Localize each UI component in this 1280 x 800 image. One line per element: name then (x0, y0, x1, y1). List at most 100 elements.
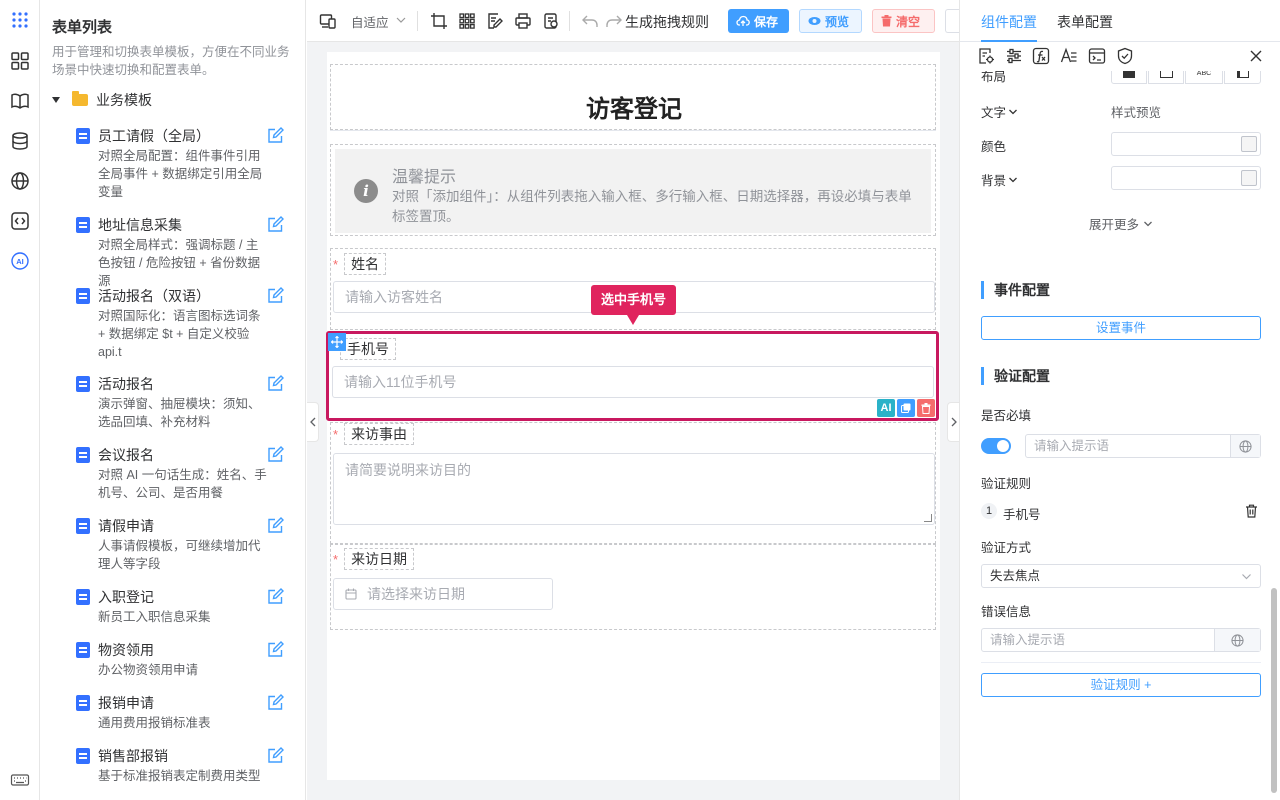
shield-check-icon[interactable] (1116, 47, 1134, 65)
visit-date-picker[interactable]: 请选择来访日期 (333, 578, 553, 610)
text-style-icon[interactable] (1060, 47, 1078, 65)
field-visit-reason[interactable]: * 来访事由 请简要说明来访目的 (330, 422, 936, 544)
clear-button[interactable]: 清空 (872, 9, 935, 33)
drag-handle[interactable] (328, 333, 346, 351)
folder-label: 业务模板 (96, 92, 152, 108)
document-icon (76, 217, 90, 233)
background-input[interactable] (1111, 166, 1261, 190)
validation-config-heading: 验证配置 (981, 367, 1050, 385)
template-name: 销售部报销 (98, 748, 168, 764)
redo-icon[interactable] (605, 12, 623, 30)
edit-icon[interactable] (266, 694, 284, 712)
database-icon[interactable] (9, 130, 31, 152)
save-button[interactable]: 保存 (728, 9, 789, 33)
notice-alert: i 温馨提示 对照「添加组件」：从组件列表拖入输入框、多行输入框、日期选择器，再… (335, 149, 931, 233)
i18n-button[interactable] (1230, 435, 1260, 457)
divider (981, 662, 1261, 663)
panel-title: 表单列表 (52, 19, 113, 36)
folder-business-templates[interactable]: 业务模板 (52, 90, 152, 110)
tab-form-config[interactable]: 表单配置 (1057, 12, 1113, 32)
edit-icon[interactable] (266, 375, 284, 393)
validation-trigger-select[interactable]: 失去焦点 (981, 564, 1261, 588)
notice-text: 对照「添加组件」：从组件列表拖入输入框、多行输入框、日期选择器，再设必填与表单标… (392, 189, 912, 224)
set-event-button[interactable]: 设置事件 (981, 316, 1261, 340)
globe-icon[interactable] (9, 170, 31, 192)
tab-component-config[interactable]: 组件配置 (981, 12, 1037, 32)
add-validation-rule-button[interactable]: 验证规则 + (981, 673, 1261, 697)
required-switch[interactable] (981, 438, 1011, 454)
components-icon[interactable] (9, 50, 31, 72)
svg-text:AI: AI (16, 257, 24, 266)
document-icon (76, 642, 90, 658)
visit-reason-textarea[interactable]: 请简要说明来访目的 (333, 453, 935, 525)
template-name: 会议报名 (98, 447, 154, 463)
document-icon (76, 128, 90, 144)
chevron-down-icon (1242, 574, 1251, 580)
notice-block[interactable]: i 温馨提示 对照「添加组件」：从组件列表拖入输入框、多行输入框、日期选择器，再… (330, 144, 936, 236)
expand-more-button[interactable]: 展开更多 (1089, 214, 1153, 233)
code-icon[interactable] (9, 210, 31, 232)
json-icon[interactable] (542, 12, 560, 30)
background-label[interactable]: 背景 (981, 170, 1018, 189)
form-list-panel: 表单列表 用于管理和切换表单模板，方便在不同业务场景中快速切换和配置表单。 业务… (40, 0, 306, 800)
crop-icon[interactable] (430, 12, 448, 30)
grid-icon[interactable] (458, 12, 476, 30)
required-message-input[interactable]: 请输入提示语 (1025, 434, 1261, 458)
template-name: 入职登记 (98, 589, 154, 605)
template-name: 活动报名（双语） (98, 288, 210, 304)
undo-icon[interactable] (581, 12, 599, 30)
folder-icon (72, 91, 88, 106)
props-icon[interactable] (977, 47, 995, 65)
template-name: 报销申请 (98, 695, 154, 711)
close-icon[interactable] (1249, 49, 1263, 63)
i18n-button[interactable] (1214, 629, 1260, 651)
apps-grid-icon[interactable] (9, 9, 31, 31)
color-picker-swatch[interactable] (1241, 136, 1257, 152)
trash-icon (881, 15, 892, 27)
edit-icon[interactable] (266, 446, 284, 464)
event-code-icon[interactable] (1088, 47, 1106, 65)
template-description: 对照全局配置：组件事件引用全局事件 + 数据绑定引用全局变量 (98, 149, 263, 199)
color-label: 颜色 (981, 140, 1007, 154)
sliders-icon[interactable] (1005, 47, 1023, 65)
ai-assist-button[interactable]: AI (877, 399, 895, 417)
edit-icon[interactable] (266, 216, 284, 234)
delete-component-button[interactable] (917, 399, 935, 417)
field-visit-date[interactable]: * 来访日期 请选择来访日期 (330, 544, 936, 630)
edit-icon[interactable] (266, 641, 284, 659)
print-icon[interactable] (514, 12, 532, 30)
config-tabs: 组件配置 表单配置 (960, 0, 1280, 42)
text-label[interactable]: 文字 (981, 102, 1018, 121)
more-button[interactable] (945, 9, 959, 33)
edit-doc-icon[interactable] (486, 12, 504, 30)
edit-icon[interactable] (266, 747, 284, 765)
edit-icon[interactable] (266, 517, 284, 535)
copy-component-button[interactable] (897, 399, 915, 417)
device-icon[interactable] (319, 12, 337, 30)
book-icon[interactable] (9, 90, 31, 112)
title-block[interactable]: 访客登记 (330, 64, 936, 130)
color-picker-swatch[interactable] (1241, 170, 1257, 186)
collapse-left-button[interactable] (307, 402, 319, 442)
ai-icon[interactable]: AI (9, 250, 31, 272)
scrollbar[interactable] (1271, 588, 1277, 793)
generate-drag-rule-button[interactable]: 生成拖拽规则 (625, 12, 709, 32)
resize-handle-icon[interactable] (924, 514, 932, 522)
edit-icon[interactable] (266, 588, 284, 606)
keyboard-icon[interactable] (9, 769, 31, 791)
chevron-down-icon (1144, 221, 1152, 226)
divider (417, 11, 418, 31)
required-label: 是否必填 (981, 409, 1032, 423)
preview-button[interactable]: 预览 (799, 9, 862, 33)
info-icon: i (354, 179, 378, 203)
trash-icon[interactable] (1245, 504, 1258, 518)
error-message-input[interactable]: 请输入提示语 (981, 628, 1261, 652)
edit-icon[interactable] (266, 287, 284, 305)
function-icon[interactable] (1032, 47, 1050, 65)
template-description: 通用费用报销标准表 (98, 716, 211, 730)
icon-rail: AI (0, 0, 40, 800)
collapse-right-button[interactable] (947, 402, 959, 442)
edit-icon[interactable] (266, 127, 284, 145)
color-input[interactable] (1111, 132, 1261, 156)
layout-mode-select[interactable]: 自适应 (351, 12, 389, 31)
